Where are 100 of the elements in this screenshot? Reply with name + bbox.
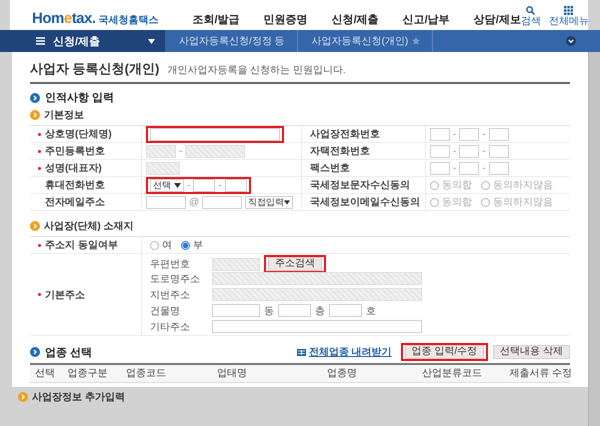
column-header: 제출서류 (508, 367, 550, 381)
header-tool-button[interactable]: 전체메뉴 (548, 6, 589, 27)
text-field[interactable] (212, 320, 422, 333)
column-header: 업종명 (326, 367, 358, 381)
radio-option[interactable]: 부 (181, 238, 203, 252)
field-label: 휴대전화번호 (45, 179, 105, 192)
column-header: 업태명 (216, 367, 248, 381)
text-field[interactable] (488, 128, 509, 140)
text-field[interactable] (488, 144, 509, 158)
text-field[interactable] (459, 128, 480, 140)
text-field[interactable] (430, 144, 450, 158)
menu-dropdown[interactable]: 신청/제출 (0, 30, 165, 52)
caret-icon (174, 182, 181, 188)
text-field[interactable] (146, 162, 180, 174)
main-menu-item[interactable]: 신청/제출 (332, 12, 379, 27)
text-field[interactable] (430, 128, 450, 140)
text-field[interactable] (193, 178, 216, 192)
page-title: 사업자 등록신청(개인) (30, 60, 160, 78)
text-field[interactable] (185, 144, 246, 158)
separator-text: - (453, 146, 456, 156)
subsection-bullet-icon (30, 221, 40, 231)
separator-text: - (482, 146, 486, 156)
separator-text: - (218, 180, 222, 190)
separator-text: @ (189, 196, 200, 208)
separator-text: - (453, 128, 456, 140)
field-label: 자택전화번호 (310, 145, 370, 158)
spreadsheet-icon (296, 348, 306, 356)
field-label: 도로명주소 (150, 272, 201, 286)
separator-text: - (482, 162, 486, 174)
field-label: 기본주소 (45, 288, 85, 302)
text-field[interactable] (224, 178, 247, 192)
field-label: 우편번호 (150, 258, 191, 271)
main-menu-item[interactable]: 민원증명 (264, 12, 308, 27)
subsection-title: 사업장(단체) 소재지 (44, 220, 134, 233)
select-dropdown[interactable]: 선택 (150, 178, 184, 192)
column-header: 업종코드 (125, 367, 167, 381)
action-button[interactable]: 선택내용 삭제 (493, 345, 570, 359)
column-header: 선택 (34, 367, 56, 381)
section-bullet-icon (30, 92, 40, 102)
separator-text: - (187, 180, 190, 190)
field-label: 국세정보이메일수신동의 (310, 196, 420, 209)
main-menu-item[interactable]: 상담/제보 (474, 12, 521, 27)
grid-menu-icon (564, 6, 574, 15)
address-search-button[interactable]: 주소검색 (268, 257, 322, 271)
text-field[interactable] (459, 144, 480, 158)
select-dropdown[interactable]: 직접입력 (245, 196, 294, 208)
main-menu-item[interactable]: 신고/납부 (402, 12, 450, 27)
separator-text: - (453, 162, 456, 174)
section-title: 업종 선택 (45, 346, 92, 360)
unit-label: 층 (315, 304, 325, 318)
text-field[interactable] (278, 304, 311, 317)
text-field[interactable] (202, 196, 242, 208)
subsection-title: 사업장정보 추가입력 (32, 391, 125, 404)
field-label: 기타주소 (150, 320, 191, 334)
text-field[interactable] (212, 258, 260, 270)
separator-text: - (179, 146, 182, 156)
search-icon (526, 6, 536, 15)
section-title: 인적사항 입력 (45, 91, 114, 105)
text-field[interactable] (212, 304, 260, 317)
field-label: 국세정보문자수신동의 (310, 179, 410, 192)
scrollbar[interactable] (588, 52, 600, 426)
separator-text: - (482, 128, 486, 140)
text-field[interactable] (146, 144, 176, 158)
subsection-title: 기본정보 (44, 109, 84, 122)
text-field[interactable] (430, 162, 450, 174)
download-link[interactable]: 전체업종 내려받기 (296, 345, 392, 359)
chevron-down-icon[interactable] (566, 36, 576, 46)
page-description: 개인사업자등록을 신청하는 민원입니다. (167, 64, 346, 77)
menu-icon (36, 37, 45, 45)
field-label: 지번주소 (150, 288, 191, 302)
header-tool-button[interactable]: 검색 (520, 6, 541, 27)
text-field[interactable] (488, 162, 509, 174)
subsection-bullet-icon (30, 110, 40, 120)
text-field[interactable] (150, 128, 280, 140)
field-label: 주민등록번호 (45, 145, 105, 158)
main-menu-item[interactable]: 조회/발급 (192, 12, 240, 27)
unit-label: 동 (264, 304, 274, 318)
action-button[interactable]: 업종 입력/수정 (404, 345, 484, 359)
section-bullet-icon (30, 347, 40, 357)
radio-option[interactable]: 여 (150, 238, 172, 252)
field-label: 사업장전화번호 (310, 128, 380, 141)
caret-icon (284, 200, 290, 204)
text-field[interactable] (212, 288, 422, 301)
text-field[interactable] (329, 304, 362, 317)
unit-label: 호 (366, 304, 376, 318)
field-label: 건물명 (150, 304, 181, 318)
field-label: 주소지 동일여부 (45, 239, 118, 252)
text-field[interactable] (146, 196, 186, 208)
column-header: 수정 (552, 367, 572, 381)
field-label: 성명(대표자) (45, 162, 102, 175)
text-field[interactable] (459, 162, 480, 174)
field-label: 전자메일주소 (45, 196, 105, 209)
field-label: 상호명(단체명) (45, 128, 112, 141)
subsection-bullet-icon (18, 392, 28, 402)
star-icon (412, 37, 420, 45)
text-field[interactable] (212, 272, 422, 285)
brand-logo[interactable]: Hometax. (32, 10, 96, 27)
column-header: 업종구분 (66, 367, 108, 381)
caret-icon (148, 38, 155, 44)
brand-name: 국세청홈택스 (98, 14, 159, 27)
